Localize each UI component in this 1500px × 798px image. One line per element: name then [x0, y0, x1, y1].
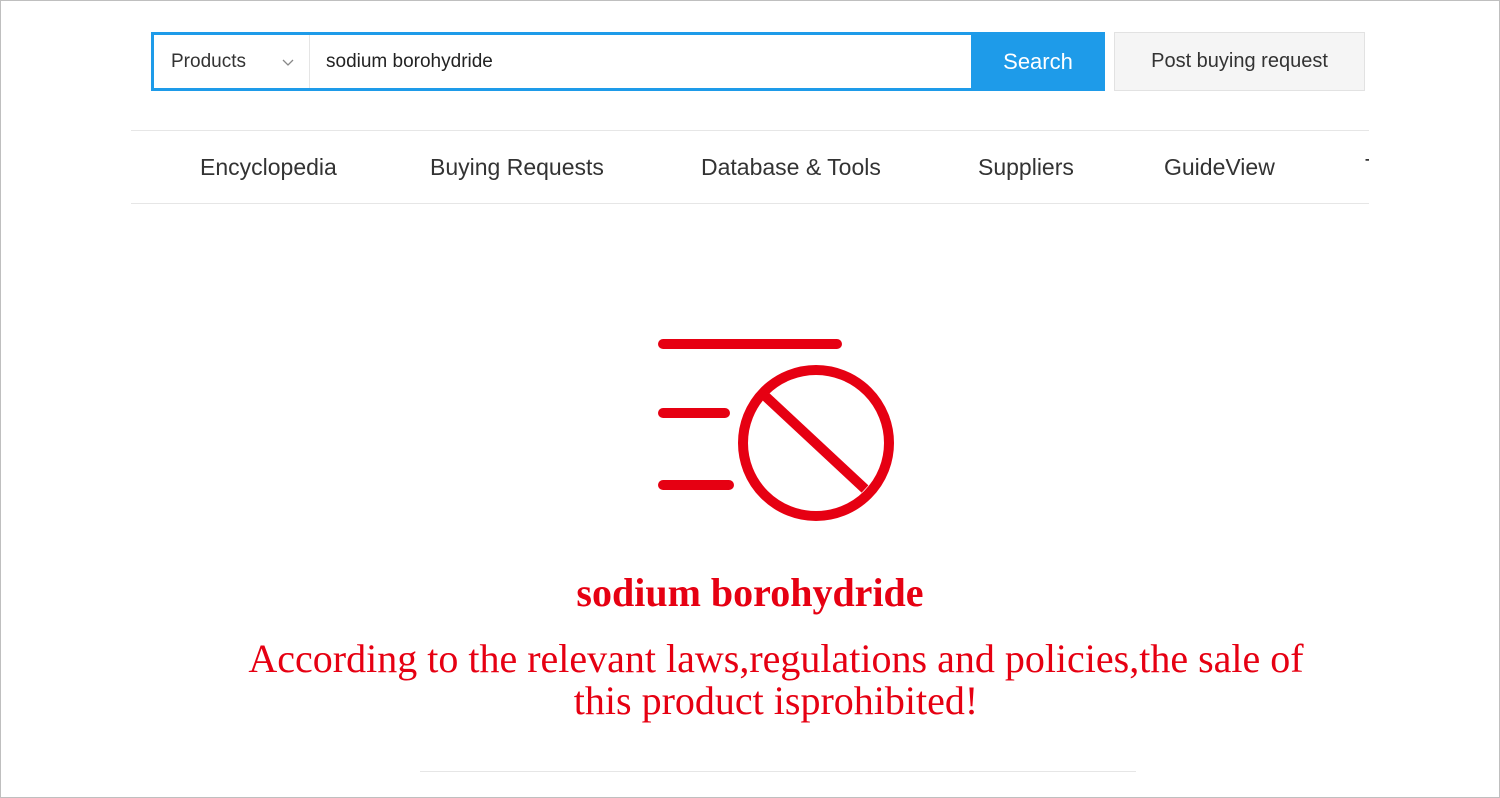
prohibition-message: According to the relevant laws,regulatio…: [248, 636, 1304, 723]
main-nav: Encyclopedia Buying Requests Database & …: [131, 130, 1369, 204]
nav-item-suppliers[interactable]: Suppliers: [978, 131, 1074, 203]
chevron-down-icon: [281, 55, 295, 69]
search-button[interactable]: Search: [971, 32, 1105, 91]
nav-item-guideview[interactable]: GuideView: [1164, 131, 1275, 203]
product-name-heading: sodium borohydride: [576, 570, 924, 615]
nav-item-encyclopedia[interactable]: Encyclopedia: [200, 131, 337, 203]
nav-item-buying-requests[interactable]: Buying Requests: [430, 131, 604, 203]
nav-item-database-tools[interactable]: Database & Tools: [701, 131, 881, 203]
nav-item-truncated[interactable]: T: [1365, 131, 1369, 203]
category-dropdown[interactable]: Products: [154, 35, 310, 88]
divider: [420, 771, 1136, 772]
prohibited-list-icon: [655, 335, 900, 525]
search-bar: Products Search: [151, 32, 1105, 91]
post-buying-request-button[interactable]: Post buying request: [1114, 32, 1365, 91]
search-input[interactable]: [310, 35, 971, 88]
category-label: Products: [171, 50, 246, 72]
